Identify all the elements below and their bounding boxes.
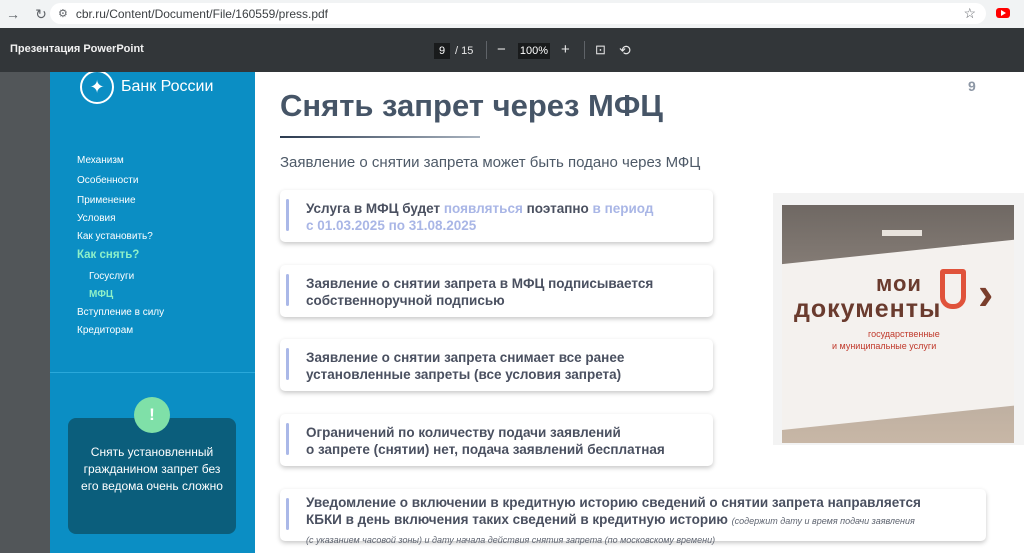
card-line: собственноручной подписью — [306, 293, 505, 308]
menu-item-creditors[interactable]: Кредиторам — [77, 322, 164, 340]
card-line: Уведомление о включении в кредитную исто… — [306, 495, 921, 510]
document-title: Презентация PowerPoint — [10, 43, 144, 55]
sign-text: документы — [794, 295, 942, 323]
card-text-part: поэтапно — [522, 201, 593, 216]
title-underline — [280, 136, 480, 138]
card-accent-bar — [286, 199, 289, 231]
zoom-in-icon[interactable]: + — [561, 41, 570, 59]
card-text-highlight: с 01.03.2025 по 31.08.2025 — [306, 218, 477, 233]
card-text: Заявление о снятии запрета в МФЦ подписы… — [306, 275, 653, 309]
card-line: Заявление о снятии запрета в МФЦ подписы… — [306, 276, 654, 291]
info-card-1: Услуга в МФЦ будет появляться поэтапно в… — [280, 190, 713, 242]
mfc-photo-image: мои документы государственные и муниципа… — [782, 205, 1014, 443]
sign-subtext: и муниципальные услуги — [832, 341, 937, 351]
warning-text: Снять установленный гражданином запрет б… — [81, 445, 223, 493]
slide-menu: Механизм Особенности Применение Условия … — [77, 152, 164, 340]
pdf-toolbar: Презентация PowerPoint 9 / 15 − 100% + ⊡… — [0, 28, 1024, 72]
slide-subtitle: Заявление о снятии запрета может быть по… — [280, 154, 701, 171]
card-line: о запрете (снятии) нет, подача заявлений… — [306, 442, 665, 457]
menu-item-features[interactable]: Особенности — [77, 172, 164, 190]
menu-item-effective[interactable]: Вступление в силу — [77, 304, 164, 322]
slide-sidebar: ✦ Банк России Механизм Особенности Приме… — [50, 72, 255, 553]
sidebar-divider — [50, 372, 255, 373]
card-line: Ограничений по количеству подачи заявлен… — [306, 425, 621, 440]
address-bar[interactable]: ⚙ cbr.ru/Content/Document/File/160559/pr… — [50, 3, 986, 24]
mfc-photo: мои документы государственные и муниципа… — [773, 193, 1024, 445]
card-text-part: Услуга в МФЦ будет — [306, 201, 444, 216]
zoom-input[interactable]: 100% — [518, 43, 550, 59]
chevron-right-icon: › — [978, 267, 994, 319]
menu-item-gosuslugi[interactable]: Госуслуги — [77, 268, 164, 286]
rotate-icon[interactable]: ⟲ — [619, 41, 631, 59]
url-text: cbr.ru/Content/Document/File/160559/pres… — [75, 6, 329, 21]
menu-item-conditions[interactable]: Условия — [77, 210, 164, 228]
reload-icon[interactable]: ↻ — [30, 3, 52, 25]
warning-box: Снять установленный гражданином запрет б… — [68, 418, 236, 534]
card-text-highlight: появляться — [443, 201, 523, 216]
slide-number: 9 — [968, 78, 976, 94]
bank-name: Банк России — [121, 78, 214, 95]
ceiling-light — [882, 230, 922, 236]
info-card-4: Ограничений по количеству подачи заявлен… — [280, 414, 713, 466]
browser-toolbar: → ↻ ⚙ cbr.ru/Content/Document/File/16055… — [0, 0, 1024, 28]
toolbar-divider — [486, 41, 487, 59]
youtube-extension-icon[interactable] — [996, 8, 1010, 18]
bank-logo: ✦ Банк России — [80, 72, 213, 104]
slide-title: Снять запрет через МФЦ — [280, 88, 663, 123]
menu-item-how-to-remove[interactable]: Как снять? — [77, 246, 164, 266]
card-line: КБКИ в день включения таких сведений в к… — [306, 512, 728, 527]
bookmark-star-icon[interactable]: ☆ — [963, 5, 976, 22]
menu-item-mechanism[interactable]: Механизм — [77, 152, 164, 170]
pdf-viewer[interactable]: ✦ Банк России Механизм Особенности Приме… — [0, 72, 1024, 553]
menu-item-mfc[interactable]: МФЦ — [77, 286, 164, 304]
info-card-3: Заявление о снятии запрета снимает все р… — [280, 339, 713, 391]
pdf-page: ✦ Банк России Механизм Особенности Приме… — [50, 72, 1024, 553]
card-text: Услуга в МФЦ будет появляться поэтапно в… — [306, 200, 653, 234]
info-card-5: Уведомление о включении в кредитную исто… — [280, 489, 986, 545]
zoom-out-icon[interactable]: − — [497, 41, 506, 59]
card-note: (содержит дату и время подачи заявления — [731, 516, 915, 526]
fit-to-page-icon[interactable]: ⊡ — [595, 41, 606, 59]
card-accent-bar — [286, 498, 289, 530]
card-note: (с указанием часовой зоны) и дату начала… — [306, 535, 716, 545]
page-total: / 15 — [455, 45, 474, 57]
toolbar-divider — [584, 41, 585, 59]
card-text: Ограничений по количеству подачи заявлен… — [306, 424, 665, 458]
page-number-input[interactable]: 9 — [434, 43, 450, 59]
card-text-highlight: в период — [592, 201, 654, 216]
info-card-2: Заявление о снятии запрета в МФЦ подписы… — [280, 265, 713, 317]
site-info-icon[interactable]: ⚙ — [58, 7, 68, 20]
card-line: Заявление о снятии запрета снимает все р… — [306, 350, 625, 365]
sign-text: мои — [876, 271, 922, 296]
exclamation-icon: ! — [134, 397, 170, 433]
card-accent-bar — [286, 348, 289, 380]
menu-item-application[interactable]: Применение — [77, 192, 164, 210]
menu-item-how-to-set[interactable]: Как установить? — [77, 228, 164, 246]
moi-dokumenty-logo-icon — [940, 269, 966, 309]
card-line: установленные запреты (все условия запре… — [306, 367, 622, 382]
sign-subtext: государственные — [868, 329, 940, 339]
card-accent-bar — [286, 274, 289, 306]
card-text: Уведомление о включении в кредитную исто… — [306, 494, 921, 549]
forward-icon[interactable]: → — [2, 3, 24, 25]
card-accent-bar — [286, 423, 289, 455]
eagle-emblem-icon: ✦ — [80, 72, 114, 104]
card-text: Заявление о снятии запрета снимает все р… — [306, 349, 624, 383]
